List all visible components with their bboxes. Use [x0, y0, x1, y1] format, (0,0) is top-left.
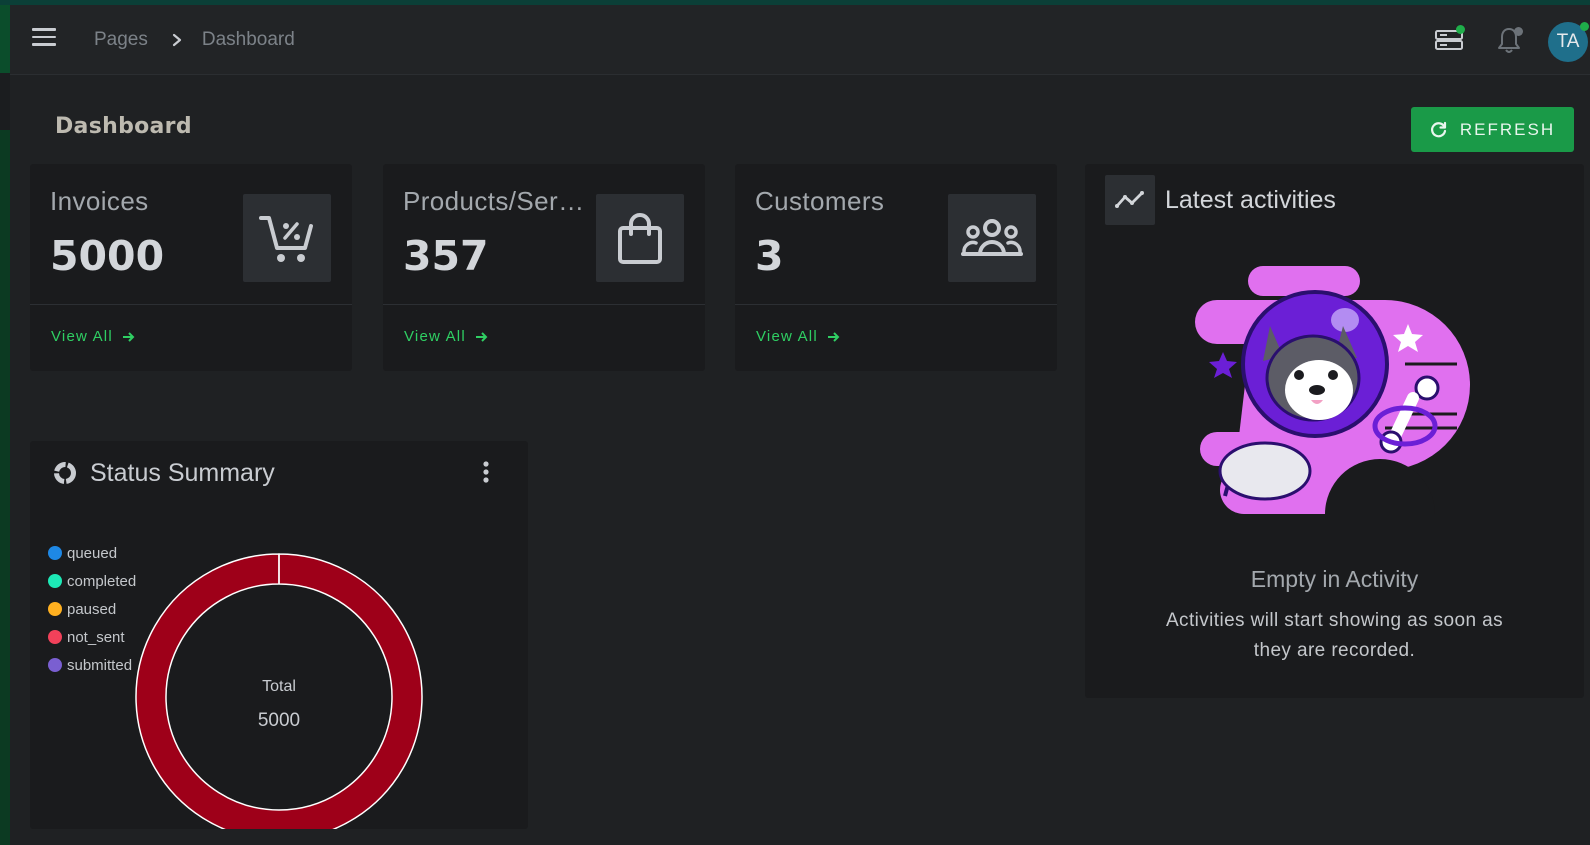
refresh-label: REFRESH	[1459, 119, 1556, 139]
card-divider	[735, 304, 1057, 305]
avatar-initials: TA	[1556, 31, 1580, 52]
empty-activity-title: Empty in Activity	[1250, 566, 1419, 592]
legend-item[interactable]: not_sent	[48, 623, 136, 651]
astronaut-dog-illustration	[1195, 266, 1470, 514]
products-card: Products/Services 357 View All	[383, 164, 705, 371]
server-button[interactable]	[1432, 23, 1466, 57]
activity-icon-box	[1105, 175, 1155, 225]
arrow-right-icon	[122, 331, 135, 342]
stat-label: Products/Services	[403, 186, 586, 216]
status-summary-title: Status Summary	[90, 459, 275, 487]
legend-item[interactable]: paused	[48, 595, 136, 623]
legend-swatch	[48, 658, 62, 672]
status-donut-chart: Total 5000	[135, 553, 423, 829]
view-all-label: View All	[756, 328, 818, 345]
invoices-card: Invoices 5000 View All	[30, 164, 352, 371]
legend-label: queued	[67, 544, 118, 562]
top-header: Pages Dashboard TA	[10, 5, 1590, 75]
users-icon	[961, 219, 1023, 256]
status-dot	[1456, 25, 1465, 34]
trending-line-icon	[1115, 191, 1144, 208]
legend-label: submitted	[67, 656, 133, 674]
chevron-right-icon	[172, 33, 181, 47]
latest-activities-card: Latest activities Empty in Activity Acti…	[1085, 164, 1584, 698]
pie-chart-icon	[54, 462, 76, 484]
invoices-view-all-link[interactable]: View All	[51, 328, 135, 345]
legend-swatch	[48, 630, 62, 644]
refresh-button[interactable]: REFRESH	[1411, 107, 1574, 152]
legend-label: paused	[67, 600, 117, 618]
card-divider	[30, 304, 352, 305]
stat-icon-box	[948, 194, 1036, 282]
sidebar-strip	[0, 5, 10, 845]
customers-card: Customers 3 View All	[735, 164, 1057, 371]
donut-center-value: 5000	[258, 710, 300, 731]
menu-icon	[32, 28, 56, 31]
more-vertical-icon[interactable]	[481, 459, 491, 485]
refresh-icon	[1430, 121, 1446, 137]
stat-label: Customers	[755, 186, 885, 216]
legend-swatch	[48, 546, 62, 560]
shopping-bag-icon	[618, 213, 662, 264]
view-all-label: View All	[51, 328, 113, 345]
donut-center-label: Total	[262, 678, 296, 695]
status-summary-card: Status Summary queued completed paused n…	[30, 441, 528, 829]
shopping-cart-icon	[259, 216, 313, 262]
breadcrumb-root[interactable]: Pages	[94, 29, 148, 51]
arrow-right-icon	[827, 331, 840, 342]
menu-toggle-button[interactable]	[32, 28, 56, 50]
card-divider	[383, 304, 705, 305]
notification-dot	[1514, 27, 1523, 36]
legend-item[interactable]: completed	[48, 567, 136, 595]
stat-value: 3	[755, 232, 784, 280]
latest-activities-title: Latest activities	[1165, 186, 1336, 214]
customers-view-all-link[interactable]: View All	[756, 328, 840, 345]
stat-icon-box	[596, 194, 684, 282]
legend-item[interactable]: submitted	[48, 651, 136, 679]
legend-swatch	[48, 574, 62, 588]
chart-legend: queued completed paused not_sent submitt…	[48, 539, 136, 679]
legend-label: completed	[67, 572, 137, 590]
legend-label: not_sent	[67, 628, 125, 646]
legend-item[interactable]: queued	[48, 539, 136, 567]
avatar[interactable]: TA	[1548, 22, 1589, 62]
stat-icon-box	[243, 194, 331, 282]
stat-value: 5000	[50, 232, 165, 280]
arrow-right-icon	[475, 331, 488, 342]
empty-activity-text: Activities will start showing as soon as…	[1165, 610, 1503, 661]
breadcrumb: Pages Dashboard	[94, 29, 295, 51]
page-title: Dashboard	[55, 114, 192, 139]
stat-label: Invoices	[50, 186, 149, 216]
online-dot	[1580, 22, 1589, 31]
breadcrumb-current: Dashboard	[201, 29, 295, 50]
view-all-label: View All	[404, 328, 466, 345]
legend-swatch	[48, 602, 62, 616]
stat-value: 357	[403, 232, 489, 280]
notifications-button[interactable]	[1492, 23, 1526, 57]
products-view-all-link[interactable]: View All	[404, 328, 488, 345]
